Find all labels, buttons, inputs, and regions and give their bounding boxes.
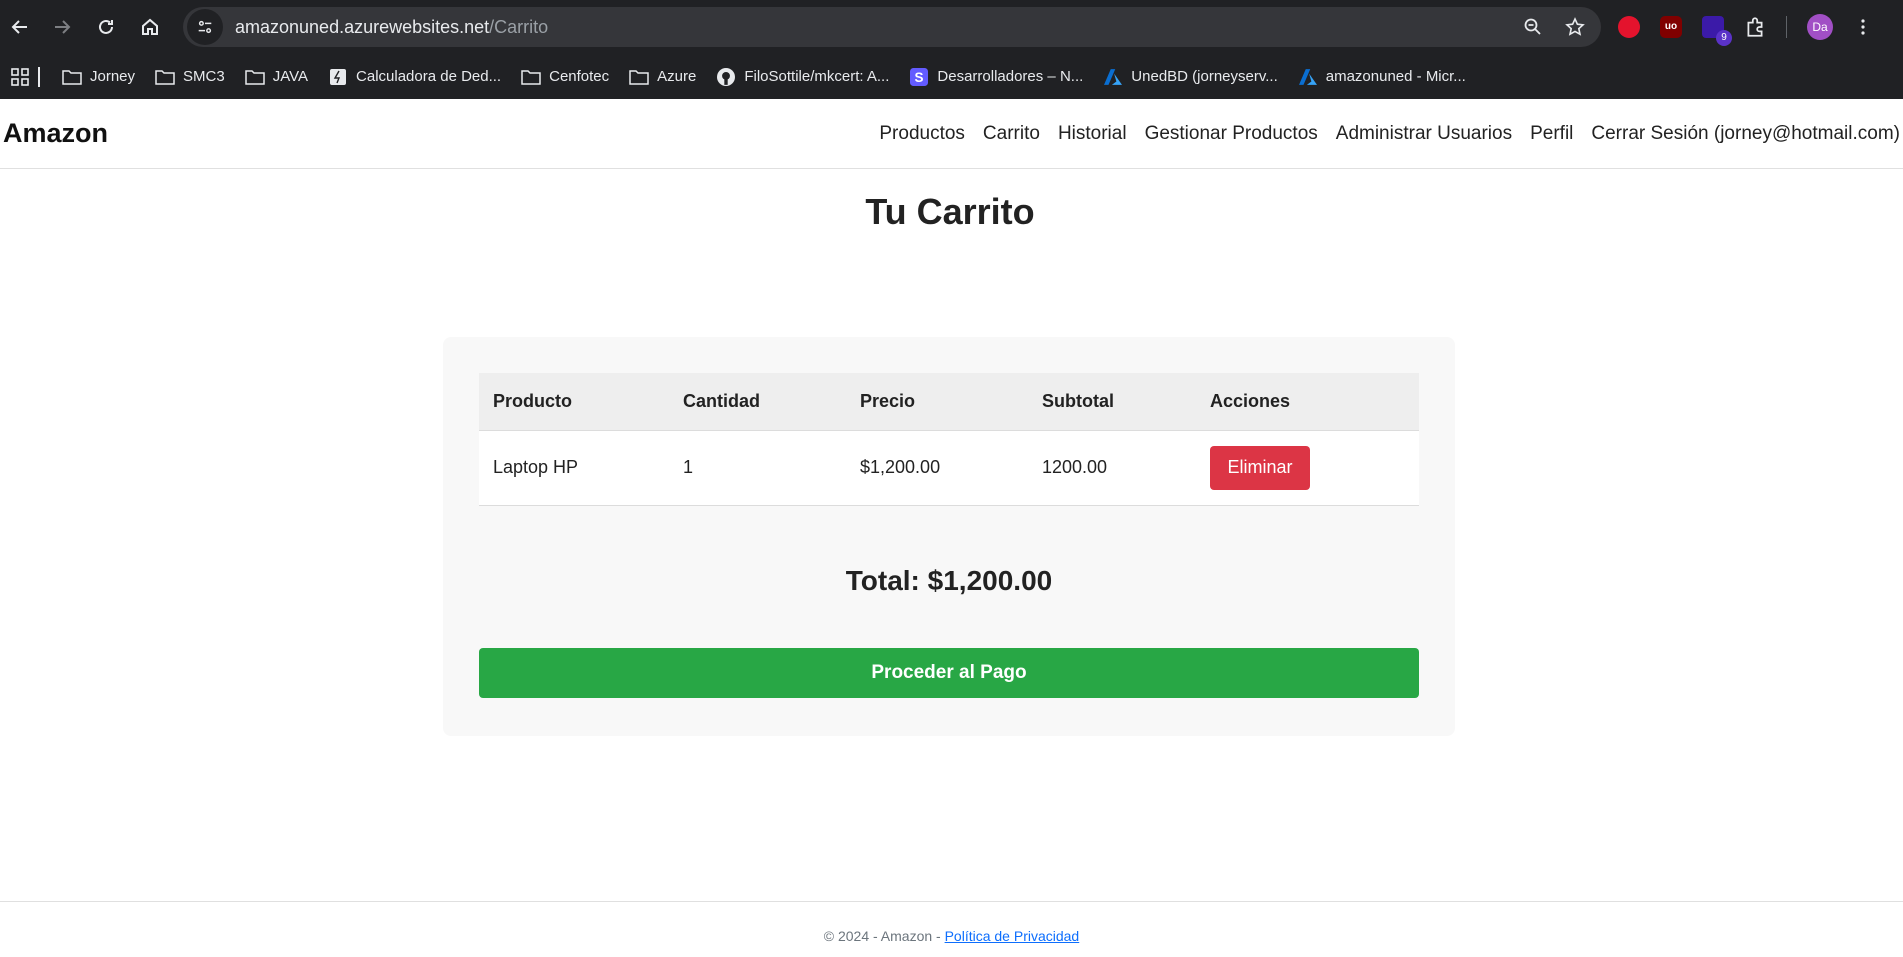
url-path: /Carrito: [489, 16, 549, 37]
apps-grid-icon[interactable]: [10, 67, 30, 87]
cell-price: $1,200.00: [846, 430, 1028, 506]
cart-table: Producto Cantidad Precio Subtotal Accion…: [479, 373, 1419, 506]
bookmark-label: Azure: [657, 68, 697, 85]
back-button[interactable]: [0, 7, 40, 47]
footer-copyright: © 2024 - Amazon -: [823, 928, 945, 944]
checkout-button[interactable]: Proceder al Pago: [479, 648, 1419, 698]
header-subtotal: Subtotal: [1028, 373, 1196, 431]
bookmark-mkcert[interactable]: FiloSottile/mkcert: A...: [716, 67, 890, 86]
bookmarks-separator: [38, 66, 40, 87]
bookmark-label: JAVA: [272, 68, 309, 85]
url-host: amazonuned.azurewebsites.net: [235, 16, 490, 37]
calculator-icon: [328, 68, 348, 85]
folder-icon: [521, 69, 541, 85]
nav-cerrar-sesion[interactable]: Cerrar Sesión (jorney@hotmail.com): [1591, 123, 1900, 145]
bookmarks-bar: Jorney SMC3 JAVA Calculadora de Ded... C…: [0, 54, 1903, 99]
nav-historial[interactable]: Historial: [1058, 123, 1127, 145]
bookmark-azure[interactable]: Azure: [629, 68, 696, 85]
azure-icon: [1103, 68, 1123, 85]
folder-icon: [155, 69, 175, 85]
cell-subtotal: 1200.00: [1028, 430, 1196, 506]
reload-icon: [99, 19, 113, 34]
page-title: Tu Carrito: [865, 191, 1035, 232]
browser-toolbar: amazonuned.azurewebsites.net/Carrito uo …: [0, 0, 1903, 54]
table-row: Laptop HP 1 $1,200.00 1200.00 Eliminar: [479, 430, 1419, 506]
stop-hand-extension-icon[interactable]: [1618, 16, 1640, 38]
cell-product: Laptop HP: [479, 430, 669, 506]
bookmark-label: UnedBD (jorneyserv...: [1131, 68, 1278, 85]
site-info-icon[interactable]: [187, 9, 223, 45]
header-acciones: Acciones: [1196, 373, 1419, 431]
ublock-extension-icon[interactable]: uo: [1660, 16, 1682, 38]
delete-button[interactable]: Eliminar: [1210, 445, 1310, 490]
privacy-policy-link[interactable]: Política de Privacidad: [945, 928, 1080, 944]
bookmark-cenfotec[interactable]: Cenfotec: [521, 68, 609, 85]
bookmark-unedbd[interactable]: UnedBD (jorneyserv...: [1103, 68, 1278, 85]
home-icon: [142, 18, 158, 35]
toolbar-divider: [1786, 16, 1787, 38]
nav-administrar-usuarios[interactable]: Administrar Usuarios: [1336, 123, 1512, 145]
bookmark-java[interactable]: JAVA: [244, 68, 309, 85]
header-cantidad: Cantidad: [669, 373, 846, 431]
nav-carrito[interactable]: Carrito: [983, 123, 1040, 145]
bookmark-label: Jorney: [90, 68, 136, 85]
main-content: Tu Carrito Producto Cantidad Precio Subt…: [0, 169, 1903, 900]
back-arrow-icon: [11, 20, 27, 34]
site-footer: © 2024 - Amazon - Política de Privacidad: [0, 901, 1903, 957]
bookmark-calculadora[interactable]: Calculadora de Ded...: [328, 68, 501, 85]
bookmark-label: amazonuned - Micr...: [1325, 68, 1466, 85]
cell-actions: Eliminar: [1196, 430, 1419, 506]
bookmark-label: Calculadora de Ded...: [356, 68, 502, 85]
table-header-row: Producto Cantidad Precio Subtotal Accion…: [479, 373, 1419, 431]
site-header: Amazon Productos Carrito Historial Gesti…: [0, 99, 1903, 169]
bookmark-label: Cenfotec: [549, 68, 610, 85]
bookmark-label: FiloSottile/mkcert: A...: [744, 68, 890, 85]
nav-productos[interactable]: Productos: [879, 123, 965, 145]
bookmark-jorney[interactable]: Jorney: [62, 68, 135, 85]
bookmark-label: SMC3: [183, 68, 225, 85]
cell-quantity: 1: [669, 430, 846, 506]
forward-button[interactable]: [42, 7, 82, 47]
folder-icon: [244, 69, 265, 85]
main-nav: Productos Carrito Historial Gestionar Pr…: [879, 123, 1900, 145]
nav-perfil[interactable]: Perfil: [1530, 123, 1573, 145]
cart-total: Total: $1,200.00: [845, 565, 1053, 596]
purple-extension-icon[interactable]: 9: [1702, 16, 1732, 46]
brand-logo[interactable]: Amazon: [3, 118, 108, 149]
bookmark-label: Desarrolladores – N...: [937, 68, 1084, 85]
cart-card: Producto Cantidad Precio Subtotal Accion…: [443, 337, 1455, 736]
folder-icon: [62, 69, 82, 85]
github-icon: [716, 67, 736, 86]
bookmark-star-icon[interactable]: [1565, 17, 1585, 37]
browser-menu-icon[interactable]: [1853, 17, 1873, 37]
forward-arrow-icon: [55, 20, 71, 34]
url-text: amazonuned.azurewebsites.net/Carrito: [235, 17, 548, 38]
stripe-icon: S: [909, 67, 929, 86]
extension-badge: 9: [1716, 30, 1732, 46]
header-precio: Precio: [846, 373, 1028, 431]
omnibox-actions: [1523, 7, 1585, 47]
extensions-area: uo 9 Da: [1618, 7, 1873, 47]
folder-icon: [629, 69, 649, 85]
zoom-icon[interactable]: [1523, 17, 1543, 37]
home-button[interactable]: [130, 7, 170, 47]
address-bar[interactable]: amazonuned.azurewebsites.net/Carrito: [183, 7, 1601, 47]
header-producto: Producto: [479, 373, 669, 431]
bookmark-amazonuned[interactable]: amazonuned - Micr...: [1298, 68, 1466, 85]
bookmark-desarrolladores[interactable]: S Desarrolladores – N...: [909, 67, 1084, 86]
profile-avatar[interactable]: Da: [1807, 14, 1833, 40]
nav-gestionar-productos[interactable]: Gestionar Productos: [1145, 123, 1318, 145]
bookmark-smc3[interactable]: SMC3: [155, 68, 225, 85]
svg-text:S: S: [915, 70, 924, 85]
azure-icon: [1298, 68, 1318, 85]
browser-chrome: amazonuned.azurewebsites.net/Carrito uo …: [0, 0, 1903, 99]
extensions-puzzle-icon[interactable]: [1744, 16, 1766, 38]
reload-button[interactable]: [86, 7, 126, 47]
